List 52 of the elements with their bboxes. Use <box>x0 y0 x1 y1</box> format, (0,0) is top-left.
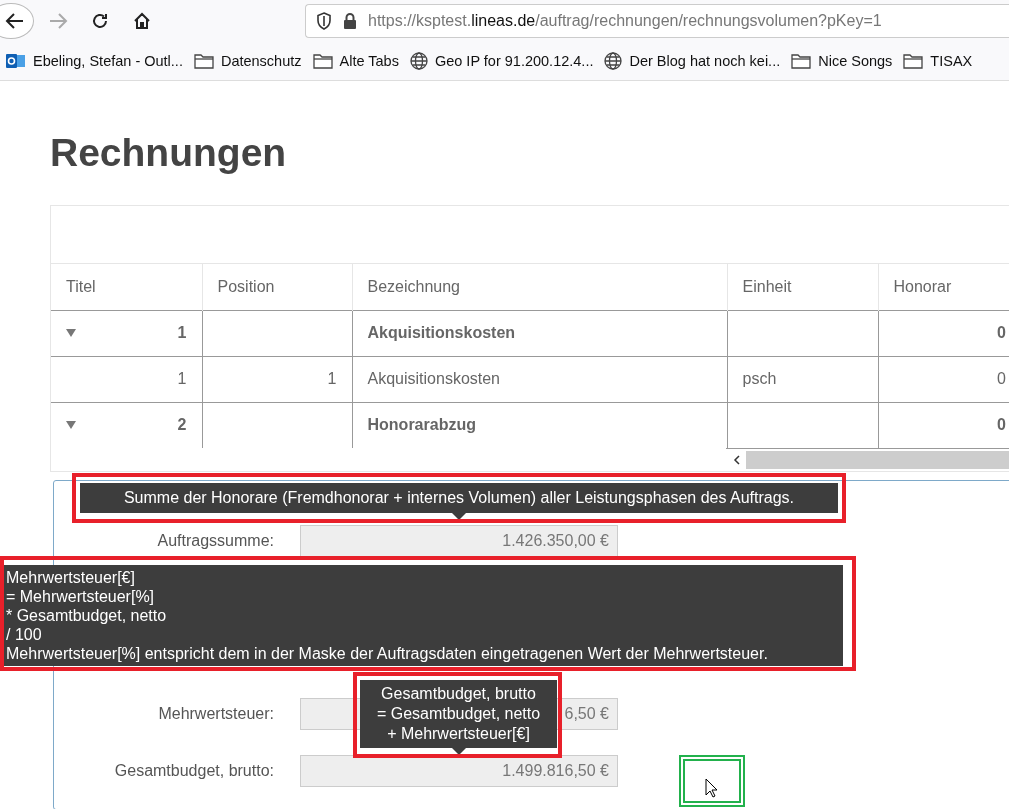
column-header[interactable]: Honorar <box>878 264 1009 310</box>
table-cell: Akquisitionskosten <box>367 324 516 341</box>
mouse-pointer-icon <box>705 778 719 798</box>
back-arrow-icon <box>5 11 25 31</box>
folder-icon <box>903 53 924 69</box>
caret-down-icon[interactable] <box>66 421 76 430</box>
table-cell: 1 <box>327 370 337 387</box>
folder-icon <box>193 53 214 69</box>
back-button[interactable] <box>0 3 34 39</box>
folder-icon <box>312 53 333 69</box>
bookmark-link[interactable]: Geo IP for 91.200.12.4... <box>434 53 594 69</box>
field-label: Mehrwertsteuer: <box>157 704 274 723</box>
table-cell: 0 <box>997 416 1006 434</box>
url-text: https://ksptest.lineas.de/auftrag/rechnungen/rechnungsvolumen?pKey=1 <box>368 12 882 30</box>
lock-icon <box>342 12 358 30</box>
page-title: Rechnungen <box>50 131 288 175</box>
tooltip-arrow <box>451 748 466 755</box>
tooltip-arrow <box>452 513 466 520</box>
table-cell: Honorarabzug <box>367 416 476 434</box>
column-header[interactable]: Position <box>202 264 352 310</box>
bookmark-link[interactable]: Alte Tabs <box>339 53 399 69</box>
input-field[interactable]: 1.426.350,00 € <box>300 524 618 557</box>
globe-icon <box>604 52 623 70</box>
column-header[interactable]: Bezeichnung <box>352 264 727 310</box>
folder-icon <box>791 53 812 69</box>
table-cell: Akquisitionskosten <box>367 370 500 387</box>
address-bar[interactable]: https://ksptest.lineas.de/auftrag/rechnungen/rechnungsvolumen?pKey=1 <box>305 4 1009 38</box>
reload-icon[interactable] <box>90 11 110 31</box>
table-cell: 0 <box>997 324 1006 341</box>
scroll-left-icon[interactable] <box>732 455 740 465</box>
column-header[interactable]: Titel <box>51 264 202 310</box>
table-cell: 1 <box>177 324 187 342</box>
bookmark-link[interactable]: Nice Songs <box>818 53 893 69</box>
bookmark-link[interactable]: Datenschutz <box>220 53 302 69</box>
mail-app-icon <box>6 52 26 70</box>
table-cell: 2 <box>177 416 187 435</box>
bookmark-link[interactable]: TISAX <box>930 53 973 69</box>
globe-icon <box>409 52 428 70</box>
tooltip: Summe der Honorare (Fremdhonorar + internes Volumen) aller Leistungsphasen des Auftrags. <box>80 483 838 513</box>
shield-icon <box>316 12 332 30</box>
field-label: Auftragssumme: <box>156 531 274 550</box>
input-field[interactable]: 1.499.816,50 € <box>300 754 618 787</box>
table-cell: 0 <box>997 370 1006 387</box>
caret-down-icon[interactable] <box>66 329 76 337</box>
table-cell: psch <box>742 370 777 387</box>
table-cell: 1 <box>177 370 187 387</box>
tooltip: Gesamtbudget, brutto = Gesamtbudget, netto + Mehrwertsteuer[€] <box>360 680 557 748</box>
bookmark-link[interactable]: Der Blog hat noch kei... <box>629 53 781 69</box>
bookmark-link[interactable]: Ebeling, Stefan - Outl... <box>33 53 183 69</box>
home-icon[interactable] <box>132 11 152 31</box>
column-header[interactable]: Einheit <box>727 264 878 310</box>
field-label: Gesamtbudget, brutto: <box>113 761 274 780</box>
